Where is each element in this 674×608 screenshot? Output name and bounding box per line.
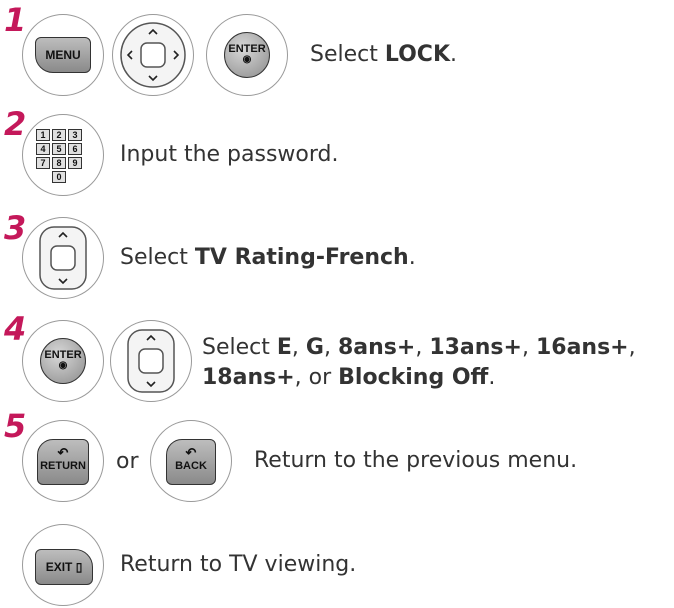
enter-button-circle-2: ENTER ◉ [22, 320, 104, 402]
or-label: or [116, 449, 139, 474]
step-3-text: Select TV Rating-French. [120, 245, 416, 270]
return-key[interactable]: ↶ RETURN [37, 439, 89, 485]
enter-dot-icon-2: ◉ [58, 360, 68, 371]
exit-door-icon: ▯ [72, 560, 83, 574]
exit-key[interactable]: EXIT ▯ [35, 549, 93, 585]
return-arrow-icon: ↶ [57, 445, 69, 460]
back-key-label: BACK [175, 460, 207, 472]
enter-button-circle: ENTER ◉ [206, 14, 288, 96]
step-number-2: 2 [4, 105, 27, 143]
numpad-key-2[interactable]: 2 [52, 129, 66, 141]
numpad-key-1[interactable]: 1 [36, 129, 50, 141]
step-2-text: Input the password. [120, 142, 339, 167]
step-4-text-line1: Select E, G, 8ans+, 13ans+, 16ans+, [202, 335, 636, 360]
step-1-text: Select LOCK. [310, 42, 458, 67]
step-number-4: 4 [4, 310, 27, 348]
menu-button-circle: MENU [22, 14, 104, 96]
exit-key-label: EXIT [45, 560, 73, 574]
numpad[interactable]: 1 2 3 4 5 6 7 8 9 0 [36, 129, 82, 183]
back-button-circle: ↶ BACK [150, 420, 232, 502]
numpad-key-4[interactable]: 4 [36, 143, 50, 155]
numpad-key-5[interactable]: 5 [52, 143, 66, 155]
updown-button-circle-2 [110, 320, 192, 402]
step-number-3: 3 [4, 209, 27, 247]
back-arrow-icon: ↶ [185, 445, 197, 460]
exit-button-circle: EXIT ▯ [22, 524, 104, 606]
enter-dot-icon: ◉ [242, 54, 252, 65]
back-key[interactable]: ↶ BACK [166, 439, 216, 485]
up-down-icon-2[interactable] [115, 325, 187, 397]
numpad-key-0[interactable]: 0 [52, 171, 66, 183]
step-number-1: 1 [4, 1, 27, 39]
numpad-key-3[interactable]: 3 [68, 129, 82, 141]
enter-key[interactable]: ENTER ◉ [224, 32, 270, 78]
numpad-key-9[interactable]: 9 [68, 157, 82, 169]
return-button-circle: ↶ RETURN [22, 420, 104, 502]
navigation-button-circle [112, 14, 194, 96]
numpad-circle: 1 2 3 4 5 6 7 8 9 0 [22, 114, 104, 196]
up-down-icon[interactable] [27, 222, 99, 294]
numpad-key-6[interactable]: 6 [68, 143, 82, 155]
return-key-label: RETURN [40, 460, 86, 472]
step-4-text-line2: 18ans+, or Blocking Off. [202, 365, 496, 390]
step-6-text: Return to TV viewing. [120, 552, 357, 577]
updown-button-circle [22, 217, 104, 299]
menu-key[interactable]: MENU [35, 37, 91, 73]
step-5-text: Return to the previous menu. [254, 448, 578, 473]
numpad-key-7[interactable]: 7 [36, 157, 50, 169]
enter-key-2[interactable]: ENTER ◉ [40, 338, 86, 384]
dpad-icon[interactable] [117, 19, 189, 91]
numpad-key-8[interactable]: 8 [52, 157, 66, 169]
step-number-5: 5 [4, 407, 27, 445]
